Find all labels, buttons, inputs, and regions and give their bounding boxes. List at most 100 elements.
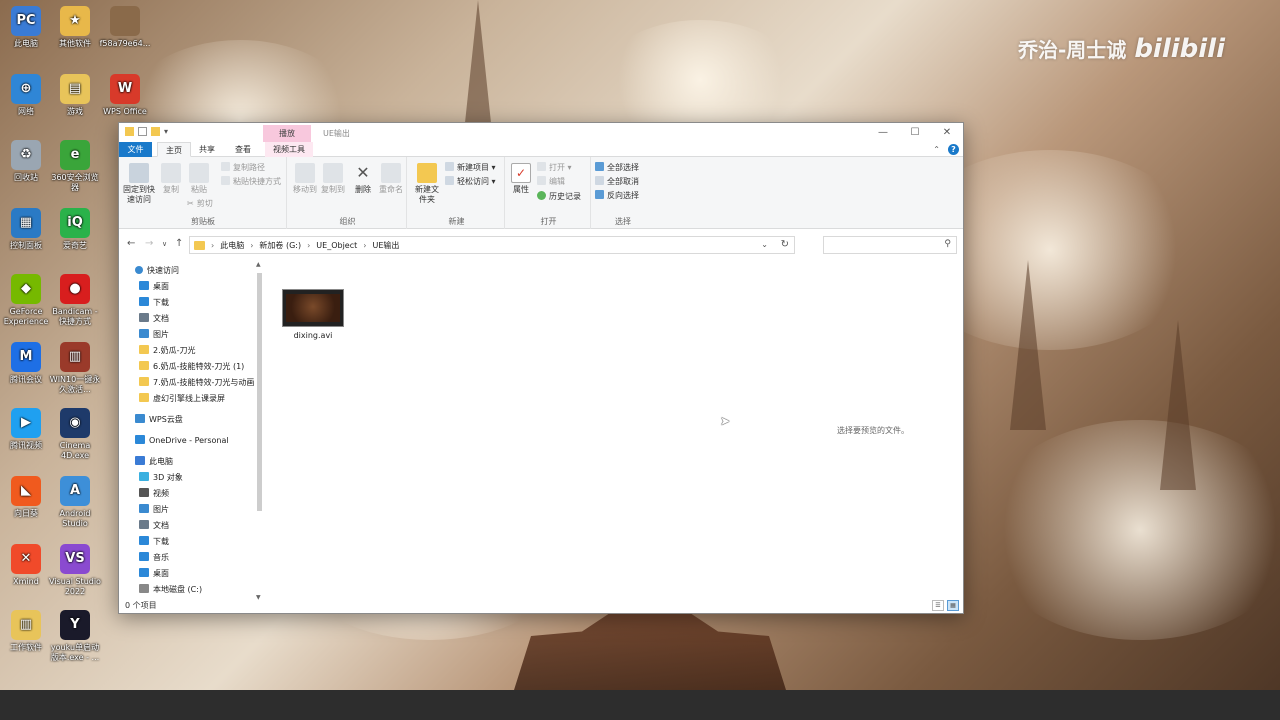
move-to-button[interactable]: 移动到 xyxy=(291,163,319,195)
properties-qa-icon[interactable] xyxy=(138,127,147,136)
desktop-icon[interactable]: ▥ WIN10一键永久激活... xyxy=(49,342,101,395)
nav-item[interactable]: 虚幻引擎线上课录屏 xyxy=(139,391,265,407)
desktop-icon[interactable]: ▥ 工作软件 xyxy=(0,610,52,653)
nav-item[interactable]: 文档 xyxy=(139,518,265,534)
edit-button[interactable]: 编辑 xyxy=(537,175,565,189)
nav-item[interactable]: 本地磁盘 (C:) xyxy=(139,582,265,598)
search-input[interactable]: ⚲ xyxy=(823,236,957,254)
breadcrumb-chevron-icon[interactable]: › xyxy=(307,241,310,250)
desktop-icon[interactable]: ★ 其他软件 xyxy=(49,6,101,49)
address-dropdown-icon[interactable]: ⌄ xyxy=(761,240,768,249)
desktop-icon[interactable]: ♻ 回收站 xyxy=(0,140,52,183)
breadcrumb-ue-object[interactable]: UE_Object xyxy=(316,241,357,250)
desktop-icon[interactable]: A Android Studio xyxy=(49,476,101,529)
desktop-icon[interactable]: e 360安全浏览器 xyxy=(49,140,101,193)
nav-item[interactable]: 6.奶瓜-技能特效-刀光 (1) xyxy=(139,359,265,375)
history-button[interactable]: 历史记录 xyxy=(537,190,581,204)
breadcrumb-chevron-icon[interactable]: › xyxy=(211,241,214,250)
breadcrumb-chevron-icon[interactable]: › xyxy=(250,241,253,250)
file-item[interactable]: dixing.avi xyxy=(279,289,347,340)
back-arrow-icon[interactable]: ← xyxy=(127,238,135,249)
nav-item[interactable]: 下载✦ xyxy=(139,295,265,311)
help-icon[interactable]: ? xyxy=(948,144,959,155)
desktop-icon[interactable]: ✕ Xmind xyxy=(0,544,52,587)
desktop-icon[interactable]: f58a79e64... xyxy=(99,6,151,49)
nav-item[interactable]: 桌面 xyxy=(139,566,265,582)
delete-button[interactable]: ✕ 删除 xyxy=(351,163,375,195)
breadcrumb-ue-output[interactable]: UE输出 xyxy=(372,240,399,251)
maximize-button[interactable]: ☐ xyxy=(899,123,931,142)
new-folder-qa-icon[interactable] xyxy=(151,127,160,136)
new-item-button[interactable]: 新建项目 ▾ xyxy=(445,161,496,175)
pin-quick-access-button[interactable]: 固定到快速访问 xyxy=(121,163,157,205)
tab-home[interactable]: 主页 xyxy=(157,142,191,157)
desktop-icon[interactable]: ◉ Cinema 4D.exe xyxy=(49,408,101,461)
nav-item[interactable]: WPS云盘 xyxy=(135,412,265,428)
collapse-ribbon-icon[interactable]: ⌃ xyxy=(933,145,940,154)
minimize-button[interactable]: — xyxy=(867,123,899,142)
breadcrumb-drive-g[interactable]: 新加卷 (G:) xyxy=(259,240,301,251)
desktop-icon[interactable]: VS Visual Studio 2022 xyxy=(49,544,101,597)
nav-scrollbar[interactable]: ▲ ▼ xyxy=(255,261,264,601)
desktop-icon[interactable]: ◣ 向日葵 xyxy=(0,476,52,519)
desktop-icon[interactable]: PC 此电脑 xyxy=(0,6,52,49)
tab-file[interactable]: 文件 xyxy=(119,142,152,157)
customize-qa-icon[interactable]: ▾ xyxy=(164,127,173,136)
close-button[interactable]: ✕ xyxy=(931,123,963,142)
address-bar[interactable]: › 此电脑 › 新加卷 (G:) › UE_Object › UE输出 ⌄ ↻ xyxy=(189,236,795,254)
copy-path-button[interactable]: 复制路径 xyxy=(221,161,265,175)
desktop-icon[interactable]: Yyouku单启动版本.exe - ... xyxy=(49,610,101,663)
nav-item[interactable]: 7.奶瓜-技能特效-刀光与动画 xyxy=(139,375,265,391)
tab-video-tools[interactable]: 视频工具 xyxy=(265,142,313,157)
open-button[interactable]: 打开 ▾ xyxy=(537,161,572,175)
cut-button[interactable]: ✂ 剪切 xyxy=(187,197,213,211)
scroll-up-icon[interactable]: ▲ xyxy=(256,261,261,268)
desktop-icon[interactable]: ▦ 控制面板 xyxy=(0,208,52,251)
desktop-icon[interactable]: M 腾讯会议 xyxy=(0,342,52,385)
copy-button[interactable]: 复制 xyxy=(159,163,183,195)
desktop-icon[interactable]: ▶ 腾讯视频 xyxy=(0,408,52,451)
nav-item[interactable]: 文档✦ xyxy=(139,311,265,327)
scrollbar-thumb[interactable] xyxy=(257,273,262,511)
easy-access-button[interactable]: 轻松访问 ▾ xyxy=(445,175,496,189)
recent-locations-icon[interactable]: ∨ xyxy=(162,240,167,248)
nav-item[interactable]: 图片✦ xyxy=(139,327,265,343)
breadcrumb-this-pc[interactable]: 此电脑 xyxy=(220,240,244,251)
nav-item[interactable]: 下载 xyxy=(139,534,265,550)
desktop-icon[interactable]: iQ 爱奇艺 xyxy=(49,208,101,251)
nav-item[interactable]: 图片 xyxy=(139,502,265,518)
rename-button[interactable]: 重命名 xyxy=(377,163,405,195)
desktop-icon[interactable]: W WPS Office xyxy=(99,74,151,117)
nav-quick-access[interactable]: 快速访问 xyxy=(135,263,265,279)
title-bar[interactable]: ▾ 播放 UE输出 — ☐ ✕ xyxy=(119,123,963,142)
desktop-icon[interactable]: ◆ GeForce Experience xyxy=(0,274,52,327)
up-arrow-icon[interactable]: ↑ xyxy=(175,238,183,249)
tab-share[interactable]: 共享 xyxy=(191,142,223,157)
invert-selection-button[interactable]: 反向选择 xyxy=(595,189,639,203)
nav-item[interactable]: 此电脑 xyxy=(135,454,265,470)
breadcrumb-chevron-icon[interactable]: › xyxy=(363,241,366,250)
desktop-icon[interactable]: ● Bandicam - 快捷方式 xyxy=(49,274,101,327)
file-list[interactable]: dixing.avi 选择要预览的文件。 ➤ xyxy=(265,261,963,601)
desktop-icon[interactable]: ⊕ 网络 xyxy=(0,74,52,117)
select-all-button[interactable]: 全部选择 xyxy=(595,161,639,175)
copy-to-button[interactable]: 复制到 xyxy=(319,163,347,195)
paste-shortcut-button[interactable]: 粘贴快捷方式 xyxy=(221,175,281,189)
navigation-pane[interactable]: 快速访问 桌面✦下载✦文档✦图片✦ 2.奶瓜-刀光 6.奶瓜-技能特效-刀光 (1)… xyxy=(119,261,265,601)
file-explorer-window[interactable]: ▾ 播放 UE输出 — ☐ ✕ 文件 主页 共享 查看 视频工具 ⌃ ? 固定到… xyxy=(118,122,964,614)
nav-item[interactable]: 音乐 xyxy=(139,550,265,566)
nav-item[interactable]: 视频 xyxy=(139,486,265,502)
paste-button[interactable]: 粘贴 xyxy=(187,163,211,195)
nav-item[interactable]: 桌面✦ xyxy=(139,279,265,295)
refresh-icon[interactable]: ↻ xyxy=(781,239,789,250)
details-view-icon[interactable]: ☰ xyxy=(932,600,944,611)
large-icons-view-icon[interactable]: ▦ xyxy=(947,600,959,611)
nav-item[interactable]: 2.奶瓜-刀光 xyxy=(139,343,265,359)
forward-arrow-icon[interactable]: → xyxy=(145,238,153,249)
nav-item[interactable]: 3D 对象 xyxy=(139,470,265,486)
desktop-icon[interactable]: ▤ 游戏 xyxy=(49,74,101,117)
nav-item[interactable]: OneDrive - Personal xyxy=(135,433,265,449)
tab-view[interactable]: 查看 xyxy=(227,142,259,157)
new-folder-button[interactable]: 新建文件夹 xyxy=(413,163,441,205)
select-none-button[interactable]: 全部取消 xyxy=(595,175,639,189)
